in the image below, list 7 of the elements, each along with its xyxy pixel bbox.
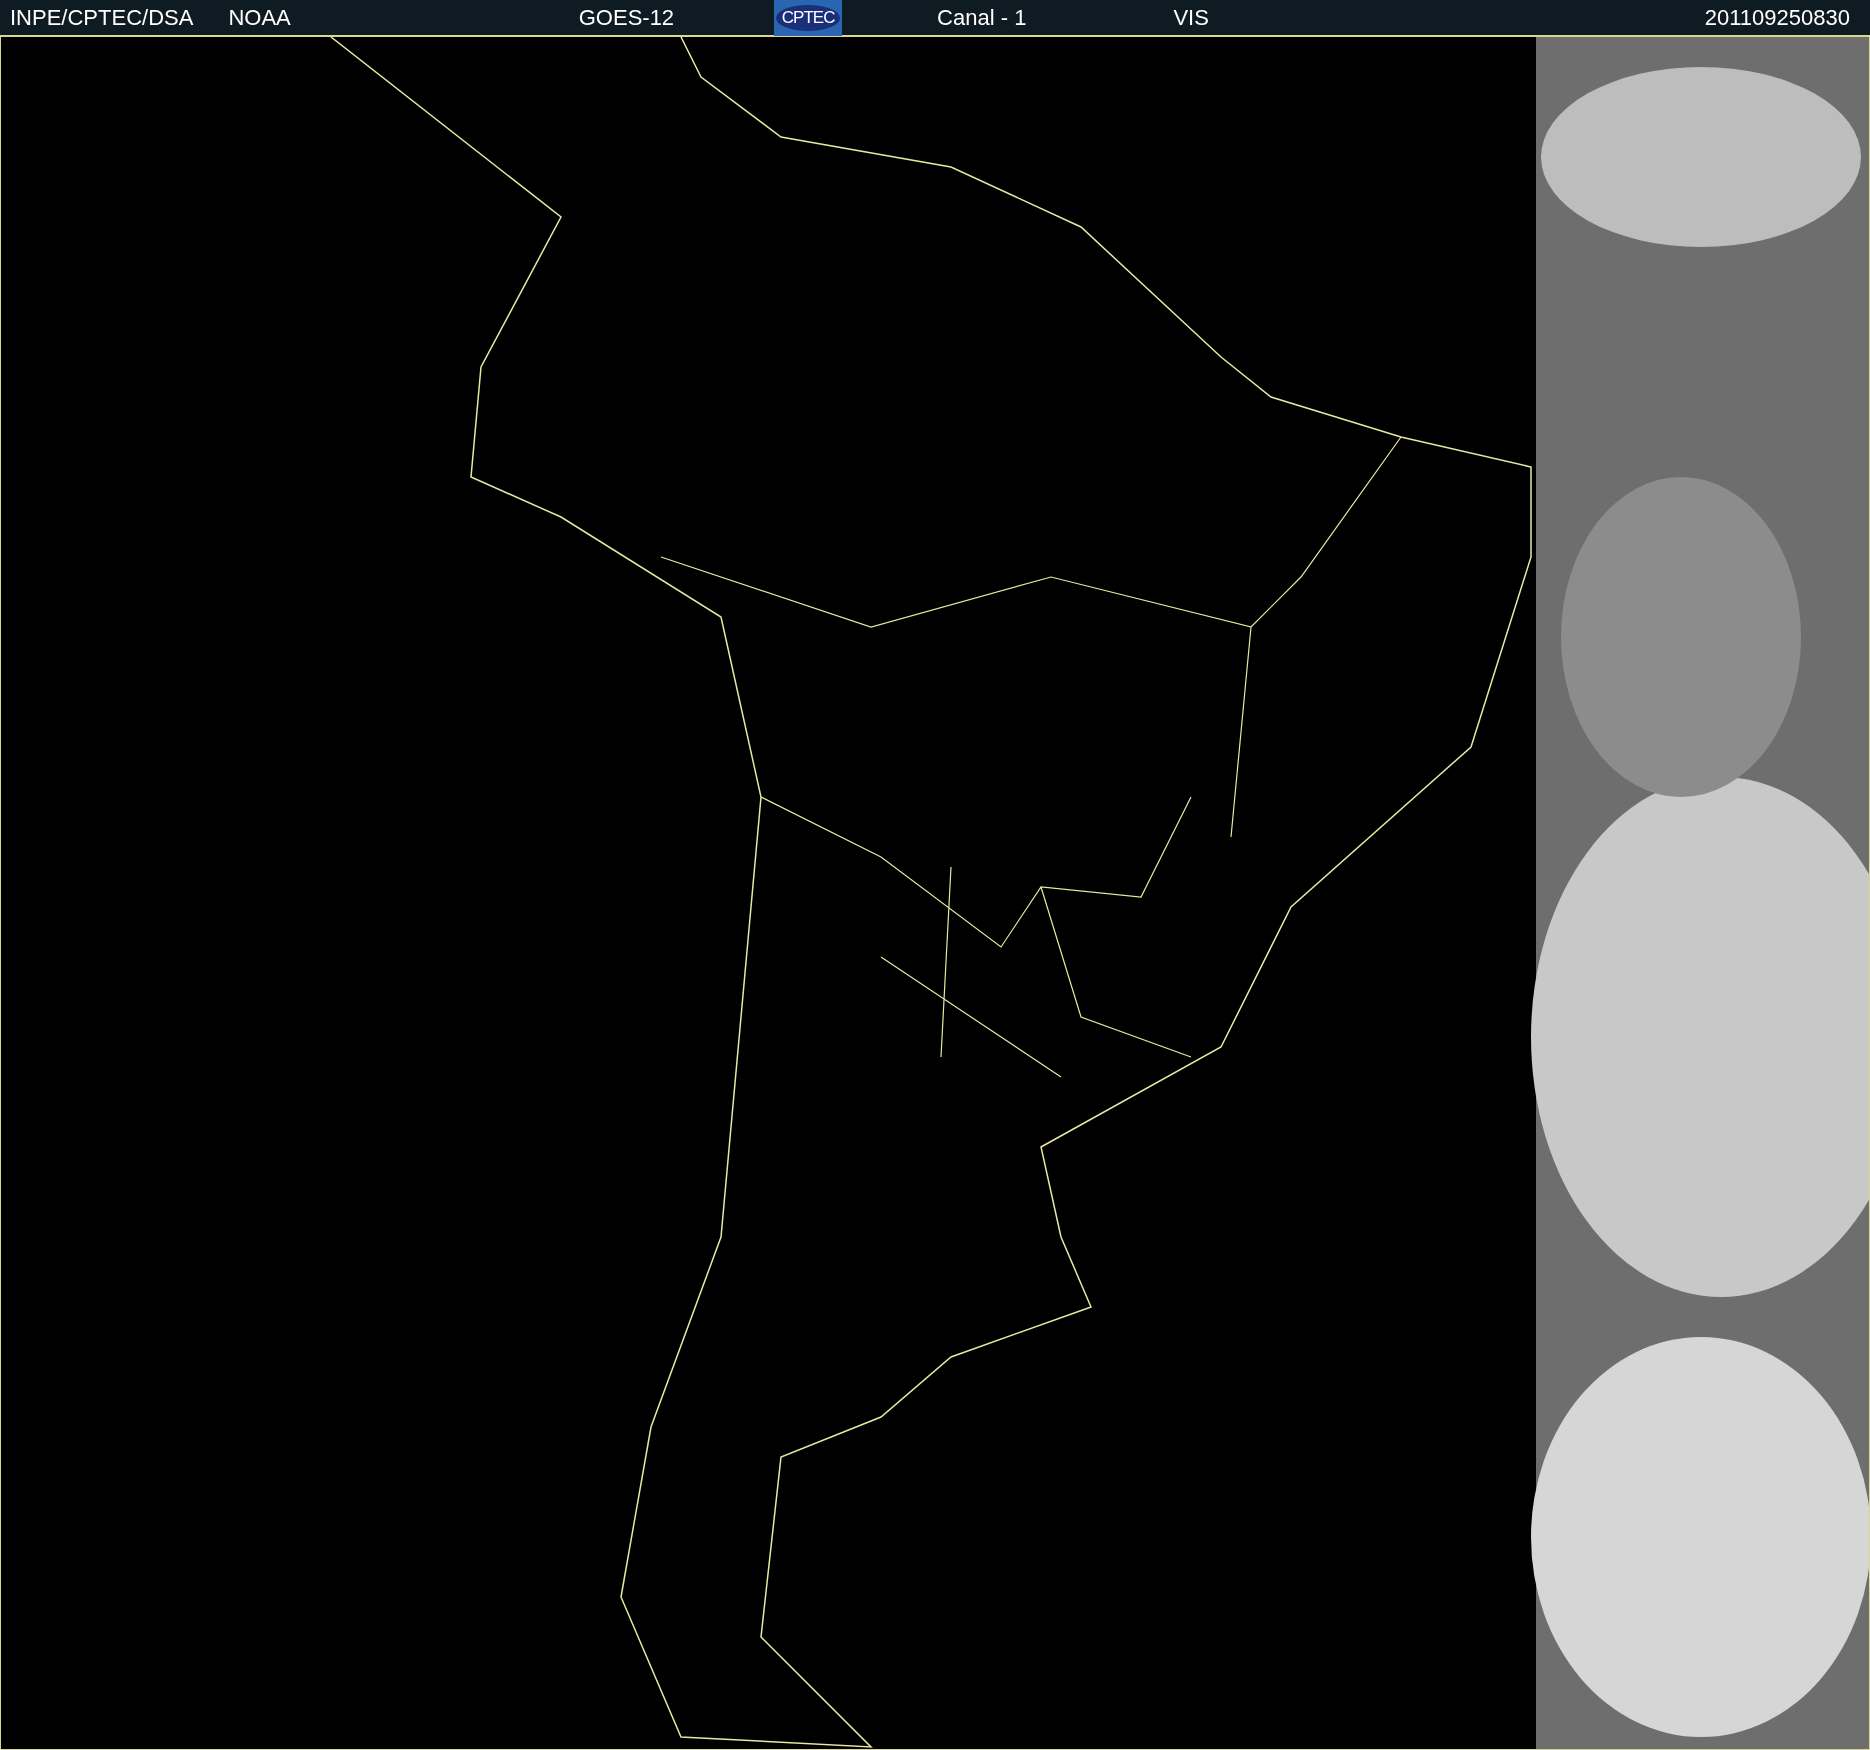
source-label: NOAA <box>228 4 291 31</box>
timestamp-label: 201109250830 <box>1704 4 1850 31</box>
band-label: VIS <box>1173 4 1209 31</box>
logo: CPTEC <box>774 0 843 36</box>
channel-label: Canal - 1 <box>937 4 1027 31</box>
agency-label: INPE/CPTEC/DSA <box>10 4 194 31</box>
satellite-label: GOES-12 <box>578 4 675 31</box>
